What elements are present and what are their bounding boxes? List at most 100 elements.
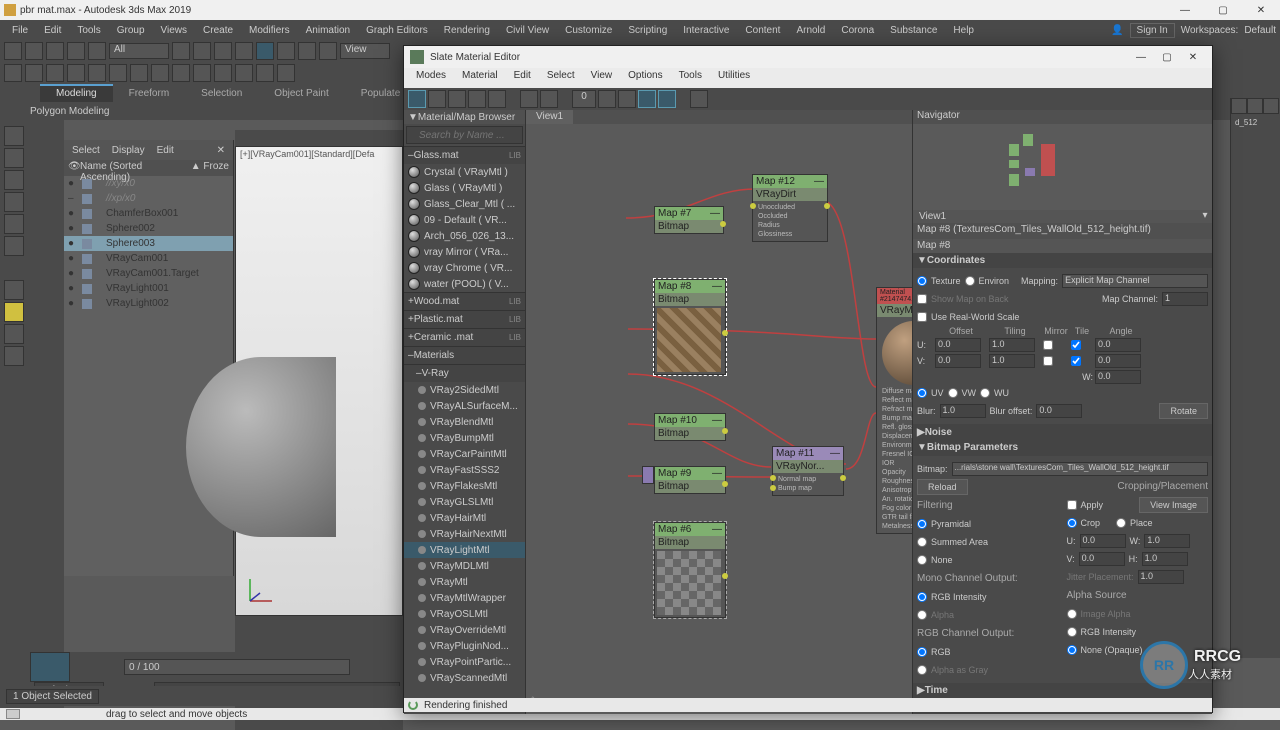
menu-file[interactable]: File: [4, 25, 36, 36]
radio-mono-rgb[interactable]: [917, 592, 927, 602]
align-button[interactable]: [130, 64, 148, 82]
tab-modeling[interactable]: Modeling: [40, 84, 113, 102]
material-slot[interactable]: Opacity: [879, 468, 912, 477]
slate-maximize[interactable]: ▢: [1154, 52, 1180, 63]
slate-menu-utilities[interactable]: Utilities: [710, 68, 758, 88]
rotate-button[interactable]: [277, 42, 295, 60]
percent-snap[interactable]: [46, 64, 64, 82]
lib-material-item[interactable]: 09 - Default ( VR...: [404, 212, 525, 228]
scene-item[interactable]: ●Sphere002: [64, 221, 233, 236]
apply-check[interactable]: [1067, 500, 1077, 510]
material-slot[interactable]: GTR tail falloff: [879, 513, 912, 522]
radio-rgb-int[interactable]: [1067, 627, 1077, 637]
menu-tools[interactable]: Tools: [69, 25, 108, 36]
slate-material-browser-toggle[interactable]: [638, 90, 656, 108]
lib-material-item[interactable]: Glass_Clear_Mtl ( ...: [404, 196, 525, 212]
lib-material-item[interactable]: Crystal ( VRayMtl ): [404, 164, 525, 180]
node-map9[interactable]: Map #9— Bitmap: [654, 466, 726, 494]
menu-interactive[interactable]: Interactive: [675, 25, 737, 36]
radio-pyramidal[interactable]: [917, 519, 927, 529]
frozen-column[interactable]: ▲ Froze: [191, 161, 229, 175]
material-slot[interactable]: An. rotation: [879, 495, 912, 504]
placement-button[interactable]: [319, 42, 337, 60]
scene-tree[interactable]: ●//xy/x0–//xp/x0●ChamferBox001●Sphere002…: [64, 176, 233, 576]
node-map11[interactable]: Map #11— VRayNor... Normal mapBump map: [772, 446, 844, 496]
vray-material-item[interactable]: VRayLightMtl: [404, 542, 525, 558]
slate-titlebar[interactable]: Slate Material Editor — ▢ ✕: [404, 46, 1212, 68]
radio-vw[interactable]: [948, 388, 958, 398]
slate-batch-tool[interactable]: [690, 90, 708, 108]
material-slot[interactable]: Anisotropy: [879, 486, 912, 495]
material-slot[interactable]: IOR: [879, 459, 912, 468]
slate-minimize[interactable]: —: [1128, 52, 1154, 63]
scene-item[interactable]: ●VRayCam001.Target: [64, 266, 233, 281]
crop-v[interactable]: 0.0: [1079, 552, 1125, 566]
material-slot[interactable]: Reflect map: [879, 396, 912, 405]
slate-select-tool[interactable]: [408, 90, 426, 108]
snap-toggle[interactable]: [4, 64, 22, 82]
tool-create[interactable]: [4, 126, 24, 146]
mirror-button[interactable]: [109, 64, 127, 82]
rotate-button[interactable]: Rotate: [1159, 403, 1208, 419]
select-name-button[interactable]: [193, 42, 211, 60]
menu-edit[interactable]: Edit: [36, 25, 69, 36]
angle-snap[interactable]: [25, 64, 43, 82]
crop-w[interactable]: 1.0: [1144, 534, 1190, 548]
lib-section[interactable]: + Wood.matLIB: [404, 292, 525, 310]
slate-show-map[interactable]: [520, 90, 538, 108]
tab-object-paint[interactable]: Object Paint: [258, 84, 344, 102]
vray-material-item[interactable]: VRayScannedMtl: [404, 670, 525, 686]
scene-edit[interactable]: Edit: [157, 145, 174, 156]
time-slider[interactable]: 0 / 100: [124, 659, 350, 675]
bitmap-path-button[interactable]: ...rials\stone wall\TexturesCom_Tiles_Wa…: [952, 462, 1208, 476]
view-image-button[interactable]: View Image: [1139, 497, 1208, 513]
menu-group[interactable]: Group: [109, 25, 153, 36]
lib-material-item[interactable]: vray Mirror ( VRa...: [404, 244, 525, 260]
scene-item[interactable]: ●VRayCam001: [64, 251, 233, 266]
scene-item[interactable]: ●ChamferBox001: [64, 206, 233, 221]
vray-material-item[interactable]: VRayMtl: [404, 574, 525, 590]
select-button[interactable]: [172, 42, 190, 60]
v-mirror[interactable]: [1043, 356, 1053, 366]
viewport-label[interactable]: [+][VRayCam001][Standard][Defa: [240, 149, 374, 159]
render-frame-button[interactable]: [256, 64, 274, 82]
close-panel-icon[interactable]: ✕: [217, 145, 225, 156]
eye-column-icon[interactable]: 👁: [68, 161, 80, 175]
slate-pick-tool[interactable]: [428, 90, 446, 108]
scene-item[interactable]: –//xp/x0: [64, 191, 233, 206]
window-crossing-button[interactable]: [235, 42, 253, 60]
material-slot[interactable]: Diffuse map: [879, 387, 912, 396]
radio-none-opaque[interactable]: [1067, 645, 1077, 655]
lib-material-item[interactable]: vray Chrome ( VR...: [404, 260, 525, 276]
vray-material-item[interactable]: VRayCarPaintMtl: [404, 446, 525, 462]
ref-coord-dropdown[interactable]: View: [340, 43, 390, 59]
redo-button[interactable]: [25, 42, 43, 60]
v-tiling[interactable]: 1.0: [989, 354, 1035, 368]
bitmap-rollup-header[interactable]: ▼ Bitmap Parameters: [913, 440, 1212, 456]
slate-menu-tools[interactable]: Tools: [671, 68, 710, 88]
radio-crop[interactable]: [1067, 518, 1077, 528]
tool-display[interactable]: [4, 214, 24, 234]
tool-helper[interactable]: [4, 346, 24, 366]
slate-show-end[interactable]: [540, 90, 558, 108]
vray-material-item[interactable]: VRayBumpMtl: [404, 430, 525, 446]
vray-material-item[interactable]: VRayBlendMtl: [404, 414, 525, 430]
vray-material-item[interactable]: VRayPluginNod...: [404, 638, 525, 654]
node-graph-canvas[interactable]: Map #12— VRayDirt Unoccluded Occluded Ra…: [526, 124, 912, 714]
navigator-view[interactable]: [913, 124, 1212, 210]
radio-summed[interactable]: [917, 537, 927, 547]
vray-material-item[interactable]: VRayGLSLMtl: [404, 494, 525, 510]
minimize-button[interactable]: —: [1170, 5, 1200, 16]
link-button[interactable]: [46, 42, 64, 60]
radio-none[interactable]: [917, 555, 927, 565]
lib-material-item[interactable]: Arch_056_026_13...: [404, 228, 525, 244]
lib-material-item[interactable]: water (POOL) ( V...: [404, 276, 525, 292]
vray-material-item[interactable]: VRayALSurfaceM...: [404, 398, 525, 414]
lib-section[interactable]: – Glass.matLIB: [404, 146, 525, 164]
radio-wu[interactable]: [980, 388, 990, 398]
slate-close[interactable]: ✕: [1180, 52, 1206, 63]
layers-button[interactable]: [151, 64, 169, 82]
material-slot[interactable]: Roughness: [879, 477, 912, 486]
tab-freeform[interactable]: Freeform: [113, 84, 186, 102]
slate-menu-modes[interactable]: Modes: [408, 68, 454, 88]
